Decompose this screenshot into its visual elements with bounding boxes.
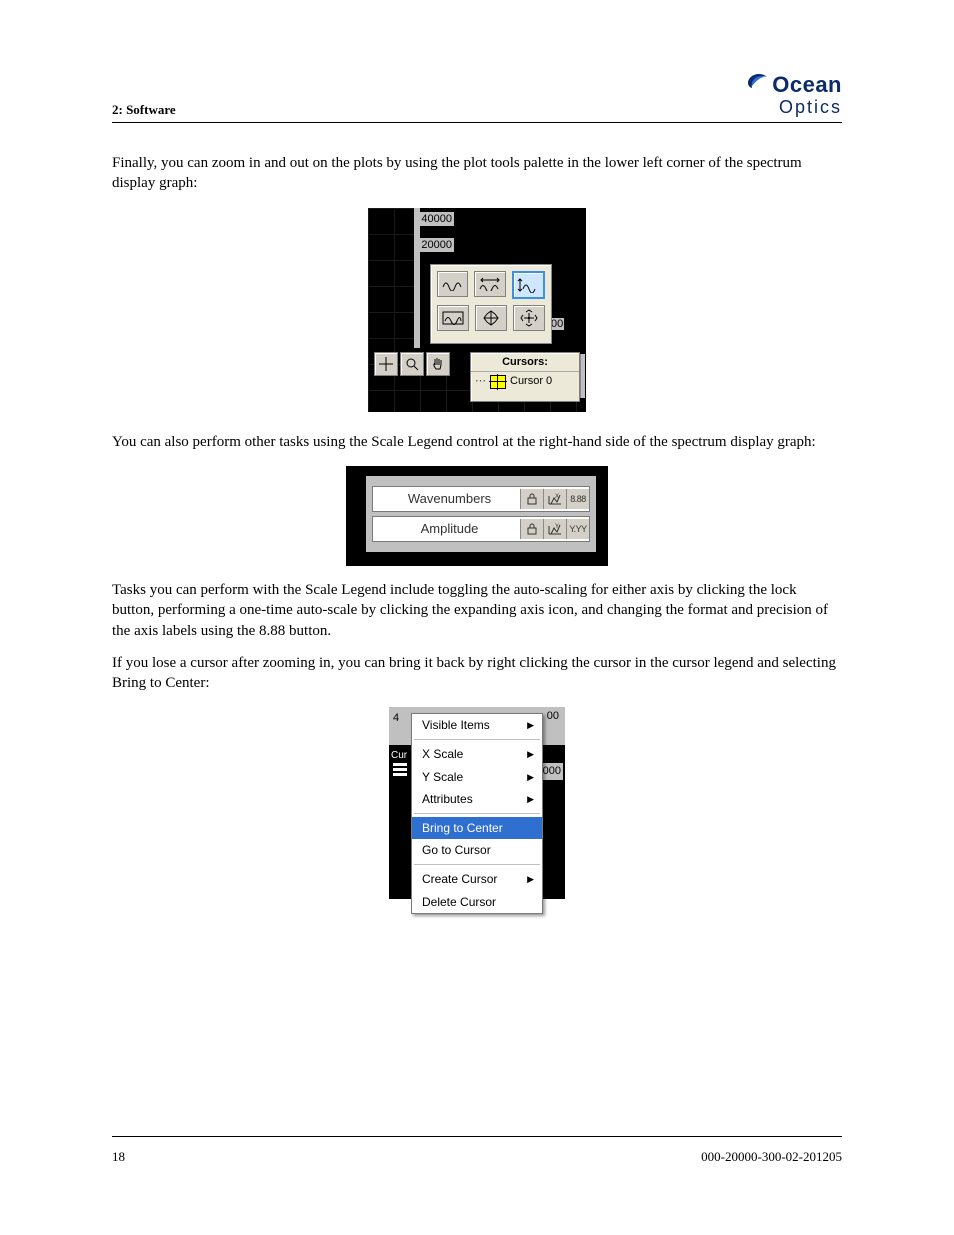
page-header: 2: Software Ocean Optics [112, 70, 842, 118]
submenu-arrow-icon: ▶ [527, 873, 534, 885]
section-label: 2: Software [112, 102, 176, 118]
bg-number-4: 4 [393, 711, 399, 726]
lock-icon [527, 523, 537, 535]
zoom-in-point-button[interactable] [475, 305, 507, 331]
lock-x-button[interactable] [520, 489, 543, 509]
logo-text-top: Ocean [772, 72, 842, 97]
menu-item-label: X Scale [422, 746, 463, 762]
cursor-context-menu: Visible Items ▶ X Scale ▶ Y Scale ▶ Attr… [411, 713, 543, 914]
x-tick-remnant: 00 [550, 318, 564, 330]
scale-row-label: Wavenumbers [373, 490, 520, 508]
paragraph-bring-to-center: If you lose a cursor after zooming in, y… [112, 653, 842, 694]
paragraph-zoom-tools: Finally, you can zoom in and out on the … [112, 153, 842, 194]
zoom-tool-button[interactable] [400, 352, 424, 376]
scale-row-label: Amplitude [373, 520, 520, 538]
crosshair-tool-button[interactable] [374, 352, 398, 376]
y-tick-20000: 20000 [419, 238, 454, 253]
cursor-item-0[interactable]: ⋯ Cursor 0 [471, 372, 579, 391]
pan-tool-button[interactable] [426, 352, 450, 376]
submenu-arrow-icon: ▶ [527, 771, 534, 783]
menu-separator [414, 864, 540, 865]
zoom-out-point-button[interactable] [513, 305, 545, 331]
figure-tool-palette: 40000 20000 00 [112, 208, 842, 418]
lock-icon [527, 493, 537, 505]
cursor-legend: Cursors: ⋯ Cursor 0 [470, 352, 580, 402]
header-rule [112, 122, 842, 123]
submenu-arrow-icon: ▶ [527, 748, 534, 760]
paragraph-scale-legend: You can also perform other tasks using t… [112, 432, 842, 452]
cursor-color-icon [490, 375, 506, 389]
y-tick-40000: 40000 [419, 212, 454, 227]
page-footer: 18 000-20000-300-02-201205 [112, 1149, 842, 1165]
lock-y-button[interactable] [520, 519, 543, 539]
menu-item-y-scale[interactable]: Y Scale ▶ [412, 766, 542, 788]
brand-logo: Ocean Optics [742, 71, 842, 118]
menu-item-go-to-cursor[interactable]: Go to Cursor [412, 839, 542, 861]
scale-row-wavenumbers: Wavenumbers X 8.88 [372, 486, 590, 512]
autoscale-y-button[interactable]: Y [543, 519, 566, 539]
submenu-arrow-icon: ▶ [527, 719, 534, 731]
menu-item-create-cursor[interactable]: Create Cursor ▶ [412, 868, 542, 890]
figure-cursor-context-menu: 4 00 Cur 50000 Visible Items ▶ X Scale ▶ [112, 707, 842, 905]
paragraph-scale-tasks: Tasks you can perform with the Scale Leg… [112, 580, 842, 641]
menu-item-label: Attributes [422, 791, 473, 807]
svg-text:Y: Y [555, 524, 559, 530]
menu-item-label: Delete Cursor [422, 894, 496, 910]
footer-rule [112, 1136, 842, 1137]
cursor-legend-title: Cursors: [471, 353, 579, 373]
zoom-y-button[interactable] [512, 271, 545, 299]
bg-number-00: 00 [547, 709, 559, 724]
cursor-item-label: Cursor 0 [510, 374, 552, 389]
zoom-fit-button[interactable] [437, 305, 469, 331]
menu-item-label: Y Scale [422, 769, 463, 785]
menu-item-label: Go to Cursor [422, 842, 491, 858]
scale-row-amplitude: Amplitude Y Y.YY [372, 516, 590, 542]
menu-item-visible-items[interactable]: Visible Items ▶ [412, 714, 542, 736]
zoom-window-button[interactable] [437, 271, 468, 297]
graph-tools-toolbar [374, 352, 450, 376]
format-x-button[interactable]: 8.88 [566, 489, 589, 509]
zoom-x-button[interactable] [474, 271, 505, 297]
svg-text:X: X [555, 494, 559, 500]
bg-bars-icon [393, 761, 407, 778]
autoscale-x-button[interactable]: X [543, 489, 566, 509]
menu-separator [414, 739, 540, 740]
format-y-button[interactable]: Y.YY [566, 519, 589, 539]
menu-item-delete-cursor[interactable]: Delete Cursor [412, 891, 542, 913]
menu-item-label: Create Cursor [422, 871, 497, 887]
menu-item-label: Visible Items [422, 717, 490, 733]
submenu-arrow-icon: ▶ [527, 793, 534, 805]
document-id: 000-20000-300-02-201205 [701, 1149, 842, 1165]
menu-item-attributes[interactable]: Attributes ▶ [412, 788, 542, 810]
logo-swirl-icon [742, 71, 770, 101]
figure-scale-legend: Wavenumbers X 8.88 Amplitude [112, 466, 842, 566]
menu-item-x-scale[interactable]: X Scale ▶ [412, 743, 542, 765]
menu-separator [414, 813, 540, 814]
menu-item-bring-to-center[interactable]: Bring to Center [412, 817, 542, 839]
zoom-tool-palette [430, 264, 552, 344]
menu-item-label: Bring to Center [422, 820, 503, 836]
page-number: 18 [112, 1149, 125, 1165]
scrollbar-edge[interactable] [580, 354, 585, 398]
